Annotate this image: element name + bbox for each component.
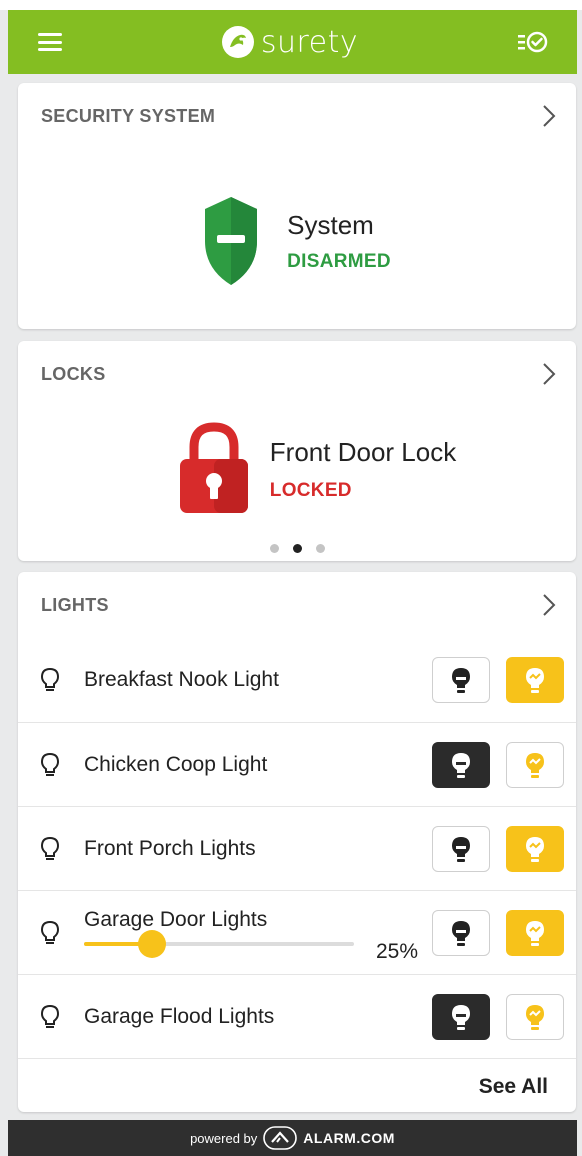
chevron-right-icon[interactable] xyxy=(542,362,556,386)
light-off-button[interactable] xyxy=(432,909,490,956)
light-name: Front Porch Lights xyxy=(84,836,256,860)
checklist-icon[interactable] xyxy=(517,29,549,55)
carousel-dot-active[interactable] xyxy=(292,544,302,553)
dimmer-slider[interactable] xyxy=(84,929,354,958)
bulb-off-icon xyxy=(452,1004,470,1030)
light-on-button[interactable] xyxy=(506,993,564,1040)
light-row-chicken-coop: Chicken Coop Light xyxy=(18,722,576,806)
light-name: Chicken Coop Light xyxy=(84,752,268,776)
alarm-com-logo-icon xyxy=(263,1126,298,1150)
light-name: Garage Flood Lights xyxy=(84,1004,275,1028)
bulb-outline-icon xyxy=(40,920,60,944)
security-status: System DISARMED xyxy=(18,195,576,287)
menu-icon[interactable] xyxy=(38,33,62,51)
shield-disarmed-icon xyxy=(205,197,258,285)
bulb-on-icon xyxy=(526,668,544,693)
lock-status-label: LOCKED xyxy=(269,479,352,501)
light-row-breakfast-nook: Breakfast Nook Light xyxy=(18,638,576,722)
chevron-right-icon[interactable] xyxy=(542,593,556,617)
light-name: Breakfast Nook Light xyxy=(84,668,279,691)
alarm-com-brand: ALARM.COM xyxy=(303,1130,395,1146)
bulb-outline-icon xyxy=(40,1004,60,1028)
see-all-row: See All xyxy=(18,1058,576,1114)
locks-card[interactable]: LOCKS Front Door Lock LOCKED xyxy=(18,341,576,561)
lights-card-title: LIGHTS xyxy=(41,594,109,615)
light-on-button[interactable] xyxy=(506,657,564,703)
top-edge xyxy=(0,0,582,10)
lock-text: Front Door Lock LOCKED xyxy=(270,437,456,502)
security-name: System xyxy=(287,209,374,240)
light-row-garage-door: Garage Door Lights 25% xyxy=(18,890,576,974)
light-off-button[interactable] xyxy=(432,993,490,1040)
footer: powered by ALARM.COM xyxy=(8,1120,577,1156)
light-off-button[interactable] xyxy=(432,825,490,872)
bulb-outline-icon xyxy=(40,752,60,776)
padlock-locked-icon xyxy=(179,422,248,513)
surety-logo-icon xyxy=(221,26,254,58)
light-on-button[interactable] xyxy=(506,825,564,872)
security-text: System DISARMED xyxy=(287,210,391,273)
lock-name: Front Door Lock xyxy=(269,436,457,467)
bulb-outline-icon xyxy=(40,836,60,860)
security-system-card[interactable]: SECURITY SYSTEM System DISARMED xyxy=(18,83,576,329)
top-bar: surety xyxy=(8,10,577,74)
lights-card: LIGHTS Breakfast Nook Light Chicken Coop… xyxy=(18,572,576,1112)
light-off-button[interactable] xyxy=(432,657,490,703)
bulb-on-icon xyxy=(526,920,544,946)
light-row-front-porch: Front Porch Lights xyxy=(18,806,576,890)
carousel-dot[interactable] xyxy=(315,544,325,553)
logo-text: surety xyxy=(260,24,359,60)
bulb-outline-icon xyxy=(40,667,60,691)
app-logo: surety xyxy=(221,25,358,60)
see-all-link[interactable]: See All xyxy=(479,1075,548,1099)
dimmer-slider-handle[interactable] xyxy=(137,929,166,958)
carousel-dot[interactable] xyxy=(269,544,279,553)
light-row-garage-flood: Garage Flood Lights xyxy=(18,974,576,1058)
powered-by-text: powered by xyxy=(190,1130,258,1146)
security-status-label: DISARMED xyxy=(287,250,391,272)
locks-card-header[interactable]: LOCKS xyxy=(18,341,576,407)
light-off-button[interactable] xyxy=(432,741,490,788)
chevron-right-icon[interactable] xyxy=(542,104,556,128)
security-card-header[interactable]: SECURITY SYSTEM xyxy=(18,83,576,149)
light-name: Garage Door Lights xyxy=(84,907,268,931)
light-on-button[interactable] xyxy=(506,909,564,956)
bulb-on-icon xyxy=(526,836,544,862)
bulb-off-icon xyxy=(452,752,470,778)
bulb-off-icon xyxy=(452,836,470,862)
lights-card-header[interactable]: LIGHTS xyxy=(18,572,576,638)
security-card-title: SECURITY SYSTEM xyxy=(41,105,216,126)
locks-card-title: LOCKS xyxy=(41,363,106,384)
lock-status: Front Door Lock LOCKED xyxy=(18,421,576,517)
bulb-on-icon xyxy=(526,752,544,778)
bulb-off-icon xyxy=(452,668,470,693)
carousel-dots xyxy=(18,544,576,553)
light-on-button[interactable] xyxy=(506,741,564,788)
dimmer-percent: 25% xyxy=(375,939,418,963)
bulb-on-icon xyxy=(526,1004,544,1030)
bulb-off-icon xyxy=(452,920,470,946)
dimmer-control: Garage Door Lights 25% xyxy=(84,898,432,968)
